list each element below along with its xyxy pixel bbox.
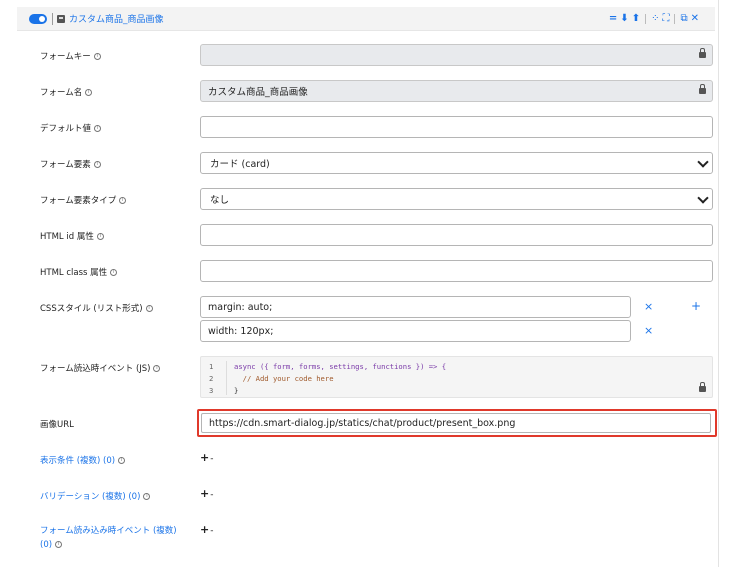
form-element-editor: カスタム商品_商品画像 = ⬇ ⬆ ⁘ ⛶ ⧉ ✕ フォームキー i フォーム名 i… — [0, 0, 740, 567]
code-line: async ({ form, forms, settings, function… — [234, 362, 447, 371]
divider — [645, 14, 647, 24]
expand-icon[interactable]: ⛶ — [662, 12, 669, 26]
info-icon[interactable]: i — [55, 541, 63, 548]
info-icon[interactable]: i — [85, 89, 93, 96]
info-icon[interactable]: i — [118, 457, 126, 464]
copy-icon[interactable]: ⧉ — [680, 12, 687, 26]
html-id-input[interactable] — [200, 224, 713, 246]
info-icon[interactable]: i — [93, 53, 101, 60]
code-editor[interactable]: 1 2 3 async ({ form, forms, settings, fu… — [200, 356, 713, 398]
lock-icon — [699, 48, 706, 58]
display-conditions-add-remove[interactable]: + - — [200, 451, 214, 464]
form-element-type-select[interactable]: なし — [200, 188, 713, 210]
form-element-select[interactable]: カード (card) — [200, 152, 713, 174]
divider — [52, 12, 53, 25]
arrow-down-icon[interactable]: ⬇ — [620, 12, 628, 26]
element-title[interactable]: カスタム商品_商品画像 — [69, 12, 164, 25]
info-icon[interactable]: i — [145, 305, 153, 312]
default-value-label: デフォルト値 i — [40, 122, 102, 134]
form-name-input[interactable]: カスタム商品_商品画像 — [200, 80, 713, 102]
line-number: 2 — [209, 374, 214, 383]
form-name-label: フォーム名 i — [40, 86, 93, 98]
chevron-down-icon — [697, 156, 709, 168]
form-element-label: フォーム要素 i — [40, 158, 101, 170]
close-icon[interactable]: ✕ — [691, 12, 699, 26]
css-style-label: CSSスタイル (リスト形式) i — [40, 302, 153, 314]
divider — [674, 14, 676, 24]
remove-css-item-button[interactable]: × — [644, 300, 653, 313]
css-style-item-input[interactable]: width: 120px; — [200, 320, 631, 342]
header-actions: = ⬇ ⬆ ⁘ ⛶ ⧉ ✕ — [609, 12, 699, 26]
on-load-events-add-remove[interactable]: + - — [200, 523, 214, 536]
form-key-input[interactable] — [200, 44, 713, 66]
code-line: // Add your code here — [234, 374, 334, 383]
on-load-js-label: フォーム読込時イベント (JS) i — [40, 362, 161, 374]
chevron-down-icon — [697, 192, 709, 204]
image-url-input[interactable]: https://cdn.smart-dialog.jp/statics/chat… — [201, 413, 711, 433]
info-icon[interactable]: i — [110, 269, 118, 276]
remove-css-item-button[interactable]: × — [644, 324, 653, 337]
enable-toggle[interactable] — [29, 13, 47, 24]
image-icon — [57, 14, 65, 23]
info-icon[interactable]: i — [96, 233, 104, 240]
on-load-events-label[interactable]: フォーム読み込み時イベント (複数) (0) i — [40, 524, 190, 552]
equals-icon[interactable]: = — [609, 12, 617, 26]
html-class-label: HTML class 属性 i — [40, 266, 118, 278]
lock-icon — [699, 382, 706, 392]
line-number: 1 — [209, 362, 214, 371]
html-id-label: HTML id 属性 i — [40, 230, 104, 242]
code-line: } — [234, 386, 239, 395]
html-class-input[interactable] — [200, 260, 713, 282]
scrollbar-track[interactable] — [718, 0, 719, 567]
add-css-item-button[interactable]: + — [691, 299, 701, 313]
info-icon[interactable]: i — [119, 197, 127, 204]
info-icon[interactable]: i — [94, 125, 102, 132]
default-value-input[interactable] — [200, 116, 713, 138]
css-style-item-input[interactable]: margin: auto; — [200, 296, 631, 318]
collapse-icon[interactable]: ⁘ — [651, 12, 659, 26]
gutter-divider — [226, 361, 227, 395]
image-url-highlight: https://cdn.smart-dialog.jp/statics/chat… — [197, 409, 717, 437]
image-url-label: 画像URL — [40, 420, 74, 430]
arrow-up-icon[interactable]: ⬆ — [632, 12, 640, 26]
info-icon[interactable]: i — [143, 493, 151, 500]
element-header: カスタム商品_商品画像 = ⬇ ⬆ ⁘ ⛶ ⧉ ✕ — [17, 7, 715, 31]
form-element-type-label: フォーム要素タイプ i — [40, 194, 127, 206]
info-icon[interactable]: i — [93, 161, 101, 168]
validation-label[interactable]: バリデーション (複数) (0) i — [40, 490, 151, 502]
validation-add-remove[interactable]: + - — [200, 487, 214, 500]
lock-icon — [699, 84, 706, 94]
line-number: 3 — [209, 386, 214, 395]
info-icon[interactable]: i — [153, 365, 161, 372]
form-key-label: フォームキー i — [40, 50, 101, 62]
display-conditions-label[interactable]: 表示条件 (複数) (0) i — [40, 454, 126, 466]
